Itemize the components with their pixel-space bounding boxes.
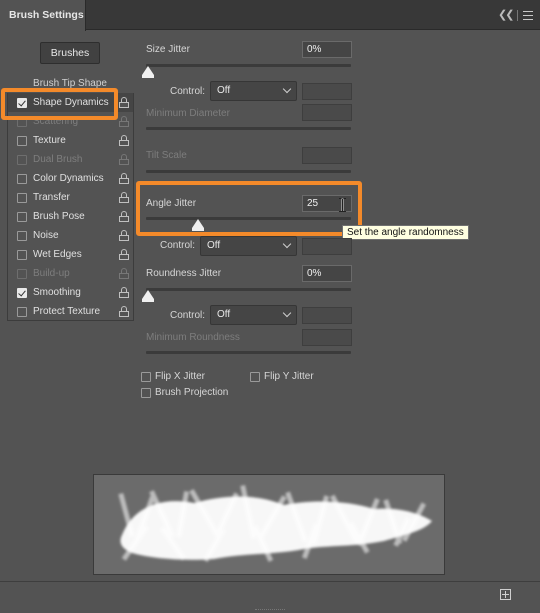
option-brush-pose[interactable]: Brush Pose — [8, 207, 133, 226]
angle-control-select[interactable]: Off — [200, 236, 297, 256]
control-label-1: Control: — [170, 86, 206, 97]
lock-icon[interactable] — [119, 116, 129, 127]
roundness-jitter-label: Roundness Jitter — [146, 268, 222, 279]
lock-icon[interactable] — [119, 211, 129, 222]
chevron-down-icon — [282, 239, 292, 249]
double-chevron-left-icon[interactable]: ❮❮ — [498, 8, 515, 21]
color-dynamics-checkbox[interactable] — [17, 174, 27, 184]
smoothing-checkbox[interactable] — [17, 288, 27, 298]
option-label: Build-up — [33, 268, 70, 279]
tilt-scale-label: Tilt Scale — [146, 150, 187, 161]
chevron-down-icon — [282, 308, 292, 318]
roundness-control-field — [302, 307, 352, 324]
new-brush-icon[interactable] — [500, 589, 511, 600]
lock-icon[interactable] — [119, 306, 129, 317]
angle-jitter-highlight — [136, 181, 362, 236]
option-noise[interactable]: Noise — [8, 226, 133, 245]
option-label: Smoothing — [33, 287, 81, 298]
transfer-checkbox[interactable] — [17, 193, 27, 203]
roundness-jitter-thumb-base — [142, 299, 154, 302]
brush-stroke-preview — [93, 474, 445, 575]
shape-dynamics-highlight — [1, 88, 118, 120]
option-label: Brush Pose — [33, 211, 85, 222]
control-label-2: Control: — [160, 240, 196, 251]
lock-icon[interactable] — [119, 173, 129, 184]
size-control-value: Off — [217, 85, 231, 96]
size-jitter-input[interactable]: 0% — [302, 41, 352, 58]
minimum-diameter-label: Minimum Diameter — [146, 108, 230, 119]
tilt-scale-slider — [146, 170, 351, 173]
tilt-scale-input — [302, 147, 352, 164]
lock-icon[interactable] — [119, 154, 129, 165]
panel-bottom-bar — [0, 581, 540, 613]
brushes-button[interactable]: Brushes — [40, 42, 100, 64]
size-jitter-thumb-base — [142, 75, 154, 78]
flip-y-jitter-label: Flip Y Jitter — [264, 371, 314, 382]
roundness-jitter-input[interactable]: 0% — [302, 265, 352, 282]
protect-texture-checkbox[interactable] — [17, 307, 27, 317]
option-label: Dual Brush — [33, 154, 83, 165]
option-label: Protect Texture — [33, 306, 101, 317]
option-label: Noise — [33, 230, 59, 241]
control-label-3: Control: — [170, 310, 206, 321]
brush-projection-checkbox[interactable] — [141, 388, 151, 398]
hamburger-menu-icon[interactable] — [523, 11, 533, 23]
flip-y-jitter-checkbox[interactable] — [250, 372, 260, 382]
panel-titlebar: Brush Settings ❮❮ — [0, 0, 540, 31]
angle-control-value: Off — [207, 240, 221, 251]
lock-icon[interactable] — [119, 249, 129, 260]
lock-icon[interactable] — [119, 135, 129, 146]
roundness-jitter-slider-thumb[interactable] — [142, 290, 154, 299]
noise-checkbox[interactable] — [17, 231, 27, 241]
option-smoothing[interactable]: Smoothing — [8, 283, 133, 302]
brush-stroke-image — [118, 484, 432, 563]
angle-jitter-tooltip: Set the angle randomness — [342, 225, 469, 240]
lock-icon[interactable] — [119, 97, 129, 108]
option-label: Wet Edges — [33, 249, 82, 260]
chevron-down-icon — [282, 84, 292, 94]
size-jitter-slider[interactable] — [146, 64, 351, 67]
option-build-up[interactable]: Build-up — [8, 264, 133, 283]
lock-icon[interactable] — [119, 230, 129, 241]
size-control-select[interactable]: Off — [210, 81, 297, 101]
roundness-jitter-slider[interactable] — [146, 288, 351, 291]
dual-brush-checkbox[interactable] — [17, 155, 27, 165]
minimum-roundness-slider — [146, 351, 351, 354]
flip-x-jitter-label: Flip X Jitter — [155, 371, 206, 382]
option-wet-edges[interactable]: Wet Edges — [8, 245, 133, 264]
option-transfer[interactable]: Transfer — [8, 188, 133, 207]
lock-icon[interactable] — [119, 192, 129, 203]
flip-x-jitter-checkbox[interactable] — [141, 372, 151, 382]
option-color-dynamics[interactable]: Color Dynamics — [8, 169, 133, 188]
wet-edges-checkbox[interactable] — [17, 250, 27, 260]
titlebar-divider — [517, 10, 518, 21]
roundness-control-value: Off — [217, 309, 231, 320]
option-label: Transfer — [33, 192, 70, 203]
minimum-diameter-slider — [146, 127, 351, 130]
minimum-diameter-input — [302, 104, 352, 121]
build-up-checkbox[interactable] — [17, 269, 27, 279]
minimum-roundness-label: Minimum Roundness — [146, 332, 240, 343]
lock-icon[interactable] — [119, 268, 129, 279]
brush-pose-checkbox[interactable] — [17, 212, 27, 222]
option-protect-texture[interactable]: Protect Texture — [8, 302, 133, 321]
panel-tab-brush-settings[interactable]: Brush Settings — [0, 0, 86, 31]
option-label: Color Dynamics — [33, 173, 104, 184]
size-jitter-slider-thumb[interactable] — [142, 66, 154, 75]
lock-icon[interactable] — [119, 287, 129, 298]
size-jitter-label: Size Jitter — [146, 44, 190, 55]
angle-control-field — [302, 238, 352, 255]
option-label: Texture — [33, 135, 66, 146]
brush-projection-label: Brush Projection — [155, 387, 229, 398]
option-dual-brush[interactable]: Dual Brush — [8, 150, 133, 169]
minimum-roundness-input — [302, 329, 352, 346]
texture-checkbox[interactable] — [17, 136, 27, 146]
brush-options-list: Shape Dynamics Scattering Texture Dual B… — [7, 93, 134, 321]
roundness-control-select[interactable]: Off — [210, 305, 297, 325]
size-control-field — [302, 83, 352, 100]
option-texture[interactable]: Texture — [8, 131, 133, 150]
resize-grip[interactable] — [255, 609, 285, 611]
